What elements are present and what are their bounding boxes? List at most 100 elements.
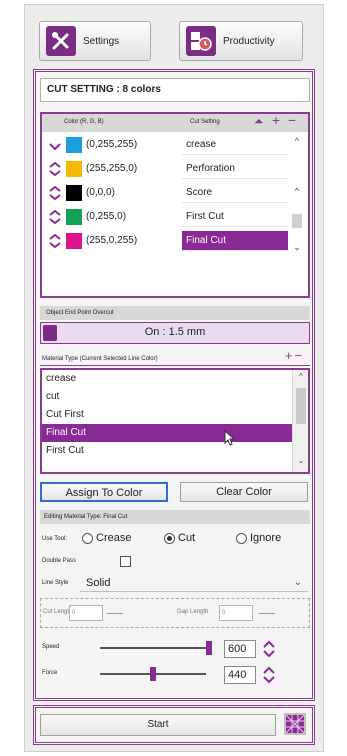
cut-length-input[interactable]: 0 — [69, 605, 103, 621]
line-style-select[interactable]: Solid ⌄ — [80, 574, 308, 592]
color-row[interactable]: (0,255,0) First Cut — [42, 206, 288, 228]
table-up-icon[interactable]: ⏶ — [254, 114, 264, 129]
color-swatch — [66, 161, 82, 177]
cut-settings-panel: Settings Productivity CUT SETTING : 8 co… — [24, 4, 324, 752]
force-stepper-icon[interactable] — [262, 666, 276, 684]
color-table-header: Color (R, G, B) Cut Setting ⏶ + − — [42, 112, 308, 132]
color-mapping-table: Color (R, G, B) Cut Setting ⏶ + − (0,255… — [40, 112, 310, 298]
assign-to-color-button[interactable]: Assign To Color — [40, 482, 168, 502]
move-up-down-icon[interactable] — [48, 186, 62, 200]
scroll-up-icon[interactable]: ^ — [288, 136, 306, 146]
color-swatch — [66, 209, 82, 225]
radio-ignore[interactable]: Ignore — [236, 532, 281, 544]
list-item-selected[interactable]: Final Cut — [42, 424, 308, 442]
line-style-value: Solid — [86, 577, 111, 589]
move-up-down-icon[interactable] — [48, 162, 62, 176]
cut-setting-section: CUT SETTING : 8 colors Color (R, G, B) C… — [33, 69, 315, 701]
radio-ignore-label: Ignore — [250, 532, 282, 544]
cut-length-label: Cut Length — [43, 609, 73, 615]
color-swatch — [66, 233, 82, 249]
productivity-button[interactable]: Productivity — [179, 21, 303, 61]
force-row: Force 440 — [40, 662, 310, 686]
double-pass-checkbox[interactable] — [120, 556, 131, 567]
material-add-remove-icon[interactable]: +− — [285, 349, 304, 363]
scroll-thumb[interactable] — [292, 214, 302, 228]
double-pass-label: Double Pass — [42, 558, 77, 564]
use-tool-label: Use Tool: — [42, 536, 67, 542]
cut-setting-title: CUT SETTING : 8 colors — [40, 78, 310, 102]
color-row[interactable]: (0,255,255) crease — [42, 134, 288, 156]
color-swatch — [66, 185, 82, 201]
speed-slider[interactable] — [100, 647, 206, 649]
color-swatch — [66, 137, 82, 153]
settings-button[interactable]: Settings — [39, 21, 151, 61]
overcut-value: On : 1.5 mm — [144, 326, 206, 338]
move-up-down-icon[interactable] — [48, 234, 62, 248]
speed-stepper-icon[interactable] — [262, 640, 276, 658]
pattern-grid-icon[interactable] — [284, 713, 306, 735]
cut-setting-value-selected[interactable]: Final Cut — [182, 231, 288, 251]
radio-crease[interactable]: Crease — [82, 532, 131, 544]
radio-circle[interactable] — [82, 532, 93, 544]
force-slider-knob[interactable] — [150, 667, 156, 681]
list-item[interactable]: First Cut — [42, 442, 308, 460]
color-row[interactable]: (255,255,0) Perforation — [42, 158, 288, 180]
start-button[interactable]: Start — [40, 714, 276, 736]
cut-setting-value[interactable]: Score — [182, 183, 288, 203]
speed-row: Speed 600 — [40, 636, 310, 660]
radio-circle[interactable] — [164, 532, 175, 544]
radio-cut-label: Cut — [178, 532, 196, 544]
footer-bar: Start — [33, 705, 315, 745]
editing-material-label: Editing Material Type: Final Cut — [40, 510, 310, 524]
gap-length-input[interactable]: 0 — [219, 605, 253, 621]
move-up-down-icon[interactable] — [48, 210, 62, 224]
scroll-up-icon[interactable]: ^ — [288, 186, 306, 196]
force-input[interactable]: 440 — [224, 666, 256, 684]
cut-setting-value[interactable]: Perforation — [182, 159, 288, 179]
chevron-down-icon[interactable]: ⌄ — [288, 242, 306, 253]
cut-length-spinner[interactable] — [107, 613, 123, 614]
scroll-up-icon[interactable]: ^ — [293, 372, 309, 381]
overcut-label: Object End Point Overcut — [40, 306, 310, 320]
speed-slider-knob[interactable] — [206, 641, 212, 655]
line-style-row: Line Style Solid ⌄ — [40, 574, 310, 594]
dash-settings-box: Cut Length 0 Gap Length 0 — [40, 598, 310, 628]
header-color: Color (R, G, B) — [64, 119, 104, 125]
gap-length-label: Gap Length — [177, 609, 209, 615]
material-type-label: Material Type (Current Selected Line Col… — [40, 349, 310, 366]
productivity-clock-icon — [186, 26, 216, 56]
list-item[interactable]: Cut First — [42, 406, 308, 424]
radio-circle[interactable] — [236, 532, 247, 544]
material-type-list[interactable]: crease cut Cut First Final Cut First Cut… — [40, 368, 310, 474]
add-icon[interactable]: + — [272, 112, 280, 128]
material-type-text: Material Type (Current Selected Line Col… — [42, 356, 158, 362]
cut-setting-value[interactable]: First Cut — [182, 207, 288, 227]
use-tool-row: Use Tool: Crease Cut Ignore — [40, 532, 310, 548]
color-rgb: (255,255,0) — [86, 163, 138, 174]
color-row[interactable]: (255,0,255) Final Cut — [42, 230, 288, 252]
productivity-label: Productivity — [223, 35, 275, 47]
radio-cut[interactable]: Cut — [164, 532, 195, 544]
list-item[interactable]: crease — [42, 370, 308, 388]
chevron-down-icon: ⌄ — [293, 577, 302, 588]
list-item[interactable]: cut — [42, 388, 308, 406]
overcut-toggle[interactable]: On : 1.5 mm — [40, 322, 310, 344]
line-style-label: Line Style — [42, 580, 69, 586]
move-down-icon[interactable] — [48, 138, 62, 152]
force-label: Force — [42, 670, 58, 676]
cut-setting-value[interactable]: crease — [182, 135, 288, 155]
speed-label: Speed — [42, 644, 60, 650]
double-pass-row: Double Pass — [40, 554, 310, 570]
clear-color-button[interactable]: Clear Color — [180, 482, 308, 502]
radio-crease-label: Crease — [96, 532, 132, 544]
color-row[interactable]: (0,0,0) Score — [42, 182, 288, 204]
chevron-down-icon[interactable]: ⌄ — [293, 456, 309, 465]
material-list-scrollbar[interactable]: ^ ⌄ — [292, 370, 308, 472]
color-table-scrollbar[interactable]: ^ ^ ⌄ — [288, 132, 306, 282]
gap-length-spinner[interactable] — [259, 613, 275, 614]
scroll-thumb[interactable] — [296, 388, 306, 424]
color-rgb: (0,255,255) — [86, 139, 138, 150]
speed-input[interactable]: 600 — [224, 640, 256, 658]
remove-icon[interactable]: − — [288, 112, 296, 128]
header-cut-setting: Cut Setting — [190, 119, 220, 125]
